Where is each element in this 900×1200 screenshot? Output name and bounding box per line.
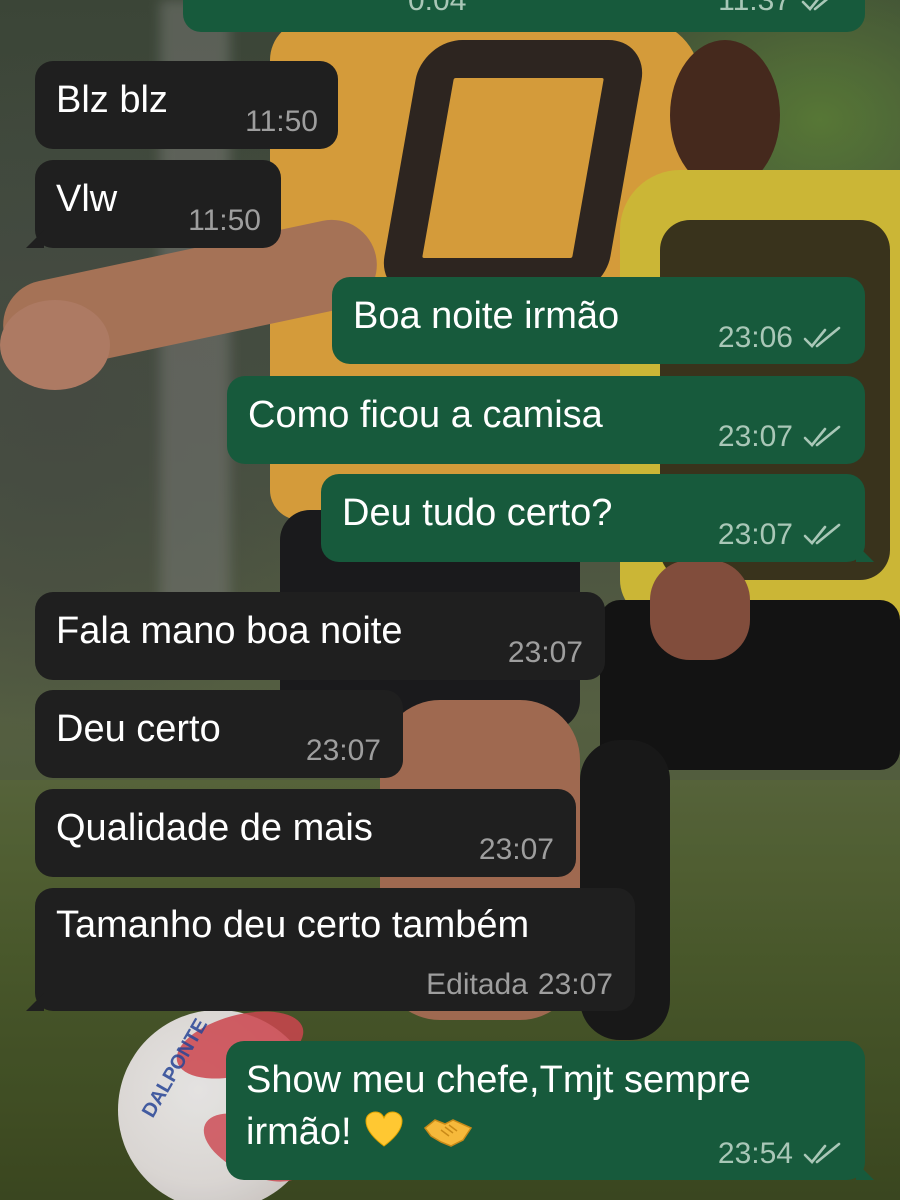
message-time: 23:07	[717, 420, 793, 453]
edited-label: Editada	[426, 968, 528, 1001]
message-list[interactable]: 0:04 11:37 Blz blz 11:50 Vlw 11:50 Boa n…	[0, 0, 900, 1200]
message-text-line: Show meu chefe,Tmjt sempre	[246, 1059, 751, 1101]
message-time: 11:50	[245, 105, 318, 138]
bubble-tail	[26, 230, 44, 248]
message-time: 23:54	[717, 1137, 793, 1170]
message-text: Fala mano boa noite	[56, 610, 403, 652]
incoming-message-bubble[interactable]: Qualidade de mais 23:07	[35, 789, 576, 877]
message-text: Boa noite irmão	[353, 295, 620, 337]
handshake-icon	[423, 1119, 472, 1147]
message-time: 11:50	[188, 204, 261, 237]
message-meta: 11:37	[718, 0, 841, 18]
read-receipt-icon	[803, 523, 841, 545]
bubble-tail	[856, 544, 874, 562]
message-time: 23:07	[305, 734, 381, 767]
message-text: Como ficou a camisa	[248, 394, 603, 436]
message-text: Deu tudo certo?	[342, 492, 613, 534]
incoming-message-bubble[interactable]: Blz blz 11:50	[35, 61, 338, 149]
voice-message-bubble[interactable]: 0:04 11:37	[183, 0, 865, 32]
message-text: Vlw	[56, 178, 118, 220]
incoming-message-bubble[interactable]: Fala mano boa noite 23:07	[35, 592, 605, 680]
read-receipt-icon	[801, 0, 829, 11]
incoming-message-bubble[interactable]: Vlw 11:50	[26, 160, 281, 248]
yellow-heart-icon	[365, 1111, 403, 1147]
message-meta: Editada 23:07	[426, 968, 613, 1002]
outgoing-message-bubble[interactable]: Show meu chefe,Tmjt sempre irmão! 23:54	[226, 1041, 874, 1180]
read-receipt-icon	[803, 326, 841, 348]
message-text: irmão!	[246, 1111, 352, 1153]
message-text: Tamanho deu certo também	[56, 904, 530, 946]
message-meta: 23:06	[718, 321, 843, 355]
incoming-message-bubble[interactable]: Tamanho deu certo também Editada 23:07	[26, 888, 635, 1011]
outgoing-message-bubble[interactable]: Boa noite irmão 23:06	[332, 277, 865, 364]
incoming-message-bubble[interactable]: Deu certo 23:07	[35, 690, 403, 778]
message-text: Blz blz	[56, 79, 168, 121]
message-text-line-2: irmão!	[246, 1107, 473, 1157]
outgoing-message-bubble[interactable]: Como ficou a camisa 23:07	[227, 376, 865, 464]
bubble-tail	[26, 993, 44, 1011]
voice-duration: 0:04	[408, 0, 467, 17]
read-receipt-icon	[803, 1142, 841, 1164]
outgoing-message-bubble[interactable]: Deu tudo certo? 23:07	[321, 474, 874, 562]
message-time: 23:07	[478, 833, 554, 866]
message-meta: 23:54	[718, 1137, 843, 1171]
message-meta: 23:07	[718, 518, 843, 552]
message-time: 11:37	[718, 0, 791, 17]
message-time: 23:06	[717, 321, 793, 354]
message-time: 23:07	[507, 636, 583, 669]
message-text: Deu certo	[56, 708, 221, 750]
message-time: 23:07	[717, 518, 793, 551]
message-time: 23:07	[537, 968, 613, 1001]
message-meta: 23:07	[718, 420, 843, 454]
bubble-tail	[856, 1162, 874, 1180]
message-text: Qualidade de mais	[56, 807, 373, 849]
read-receipt-icon	[803, 425, 841, 447]
